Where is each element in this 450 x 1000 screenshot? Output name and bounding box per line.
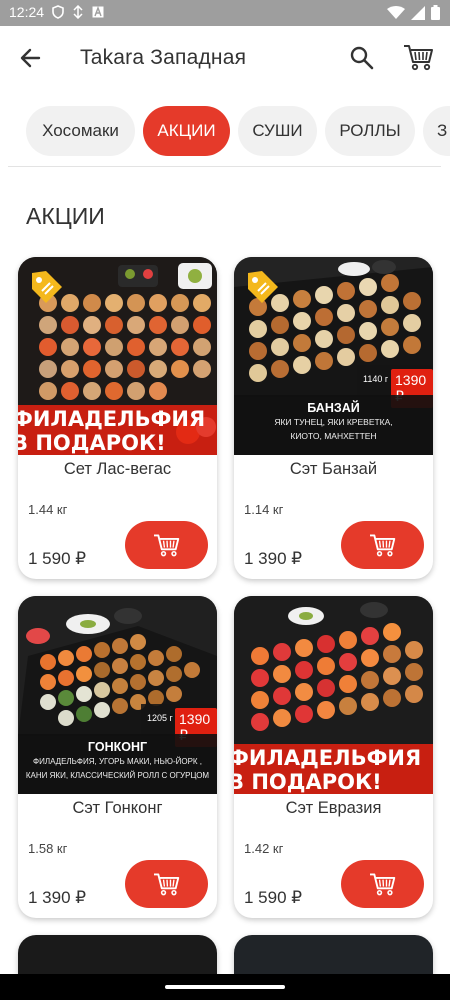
add-to-cart-button[interactable] [125,860,208,908]
category-chip-label: АКЦИИ [157,121,216,140]
search-icon [350,46,374,70]
image-weight: 1205 г [147,713,173,723]
add-to-cart-button[interactable] [125,521,208,569]
product-card[interactable]: ФИЛАДЕЛЬФИЯ В ПОДАРОК! Сэт Евразия 1.42 … [234,596,433,918]
price-tag-icon [32,271,62,303]
status-time: 12:24 [9,4,45,20]
product-image: 1205 г 1390 ₽ ГОНКОНГ ФИЛАДЕЛЬФИЯ, УГОРЬ… [18,596,217,794]
promo-line-1: ФИЛАДЕЛЬФИЯ [234,746,422,770]
image-caption: БАНЗАЙ ЯКИ ТУНЕЦ, ЯКИ КРЕВЕТКА, КИОТО, М… [234,395,433,455]
product-price: 1 590 ₽ [28,549,87,568]
product-name: Сэт Банзай [289,460,378,478]
wifi-icon [387,5,405,19]
divider [8,166,441,167]
product-card[interactable]: 1205 г 1390 ₽ ГОНКОНГ ФИЛАДЕЛЬФИЯ, УГОРЬ… [18,596,217,918]
arrow-left-icon [20,48,41,68]
product-image: 1140 г 1390 ₽ БАНЗАЙ ЯКИ ТУНЕЦ, ЯКИ КРЕВ… [234,257,433,455]
product-image: ФИЛАДЕЛЬФИЯ В ПОДАРОК! [234,596,433,794]
image-set-desc: ФИЛАДЕЛЬФИЯ, УГОРЬ МАКИ, НЬЮ-ЙОРК , [32,757,203,766]
image-price-tag: 1140 г 1390 ₽ [357,365,433,408]
cart-icon [369,873,395,896]
header-cart-button[interactable] [403,42,435,72]
product-price: 1 390 ₽ [28,888,87,907]
category-chip-label: СУШИ [252,121,303,140]
status-bar: 12:24 [0,0,450,26]
signal-icon [411,5,425,20]
product-card[interactable]: 1140 г 1390 ₽ БАНЗАЙ ЯКИ ТУНЕЦ, ЯКИ КРЕВ… [234,257,433,579]
category-chip-label: З [437,121,448,140]
image-weight: 1140 г [363,374,389,384]
product-weight: 1.14 кг [244,502,284,517]
category-chip-promos[interactable]: АКЦИИ [143,106,230,156]
product-name: Сет Лас-вегас [63,460,172,478]
product-name: Сэт Евразия [285,799,382,817]
add-to-cart-button[interactable] [341,860,424,908]
cart-icon [153,534,179,557]
battery-icon [431,5,440,20]
section-title: АКЦИИ [26,203,105,229]
cart-icon [404,45,433,71]
search-button[interactable] [348,44,376,72]
add-to-cart-button[interactable] [341,521,424,569]
category-chip-label: РОЛЛЫ [339,121,401,140]
price-tag-icon [248,271,278,303]
data-saver-icon [73,5,83,19]
cart-icon [369,534,395,557]
product-name: Сэт Гонконг [72,799,163,817]
page-title: Takara Западная [80,46,247,69]
category-chip-partial[interactable]: З [423,106,450,156]
image-set-desc: КАНИ ЯКИ, КЛАССИЧЕСКИЙ РОЛЛ С ОГУРЦОМ [25,771,210,780]
category-chip-label: Хосомаки [42,121,119,140]
product-price: 1 390 ₽ [244,549,303,568]
cart-icon [153,873,179,896]
product-weight: 1.44 кг [28,502,68,517]
promo-line-1: ФИЛАДЕЛЬФИЯ [18,407,206,431]
category-tabs: Хосомаки АКЦИИ СУШИ РОЛЛЫ З [0,106,450,158]
product-weight: 1.42 кг [244,841,284,856]
shield-icon [52,5,64,19]
image-set-desc: КИОТО, МАНХЕТТЕН [290,431,377,441]
app-notification-icon [92,6,104,18]
promo-line-2: В ПОДАРОК! [18,431,166,455]
product-weight: 1.58 кг [28,841,68,856]
promo-line-2: В ПОДАРОК! [234,770,382,794]
product-card[interactable]: ФИЛАДЕЛЬФИЯ В ПОДАРОК! Сет Лас-вегас 1.4… [18,257,217,579]
category-chip-hosomaki[interactable]: Хосомаки [26,106,135,156]
product-price: 1 590 ₽ [244,888,303,907]
image-price-tag: 1205 г 1390 ₽ [141,704,217,747]
image-set-desc: ЯКИ ТУНЕЦ, ЯКИ КРЕВЕТКА, [274,417,393,427]
back-button[interactable] [16,44,46,72]
image-caption: ГОНКОНГ ФИЛАДЕЛЬФИЯ, УГОРЬ МАКИ, НЬЮ-ЙОР… [18,734,217,794]
home-indicator[interactable] [165,985,285,989]
image-set-name: БАНЗАЙ [307,401,360,415]
category-chip-sushi[interactable]: СУШИ [238,106,317,156]
app-bar: Takara Западная [0,26,450,90]
category-chip-rolls[interactable]: РОЛЛЫ [325,106,415,156]
image-set-name: ГОНКОНГ [87,740,148,754]
product-image: ФИЛАДЕЛЬФИЯ В ПОДАРОК! [18,257,217,455]
